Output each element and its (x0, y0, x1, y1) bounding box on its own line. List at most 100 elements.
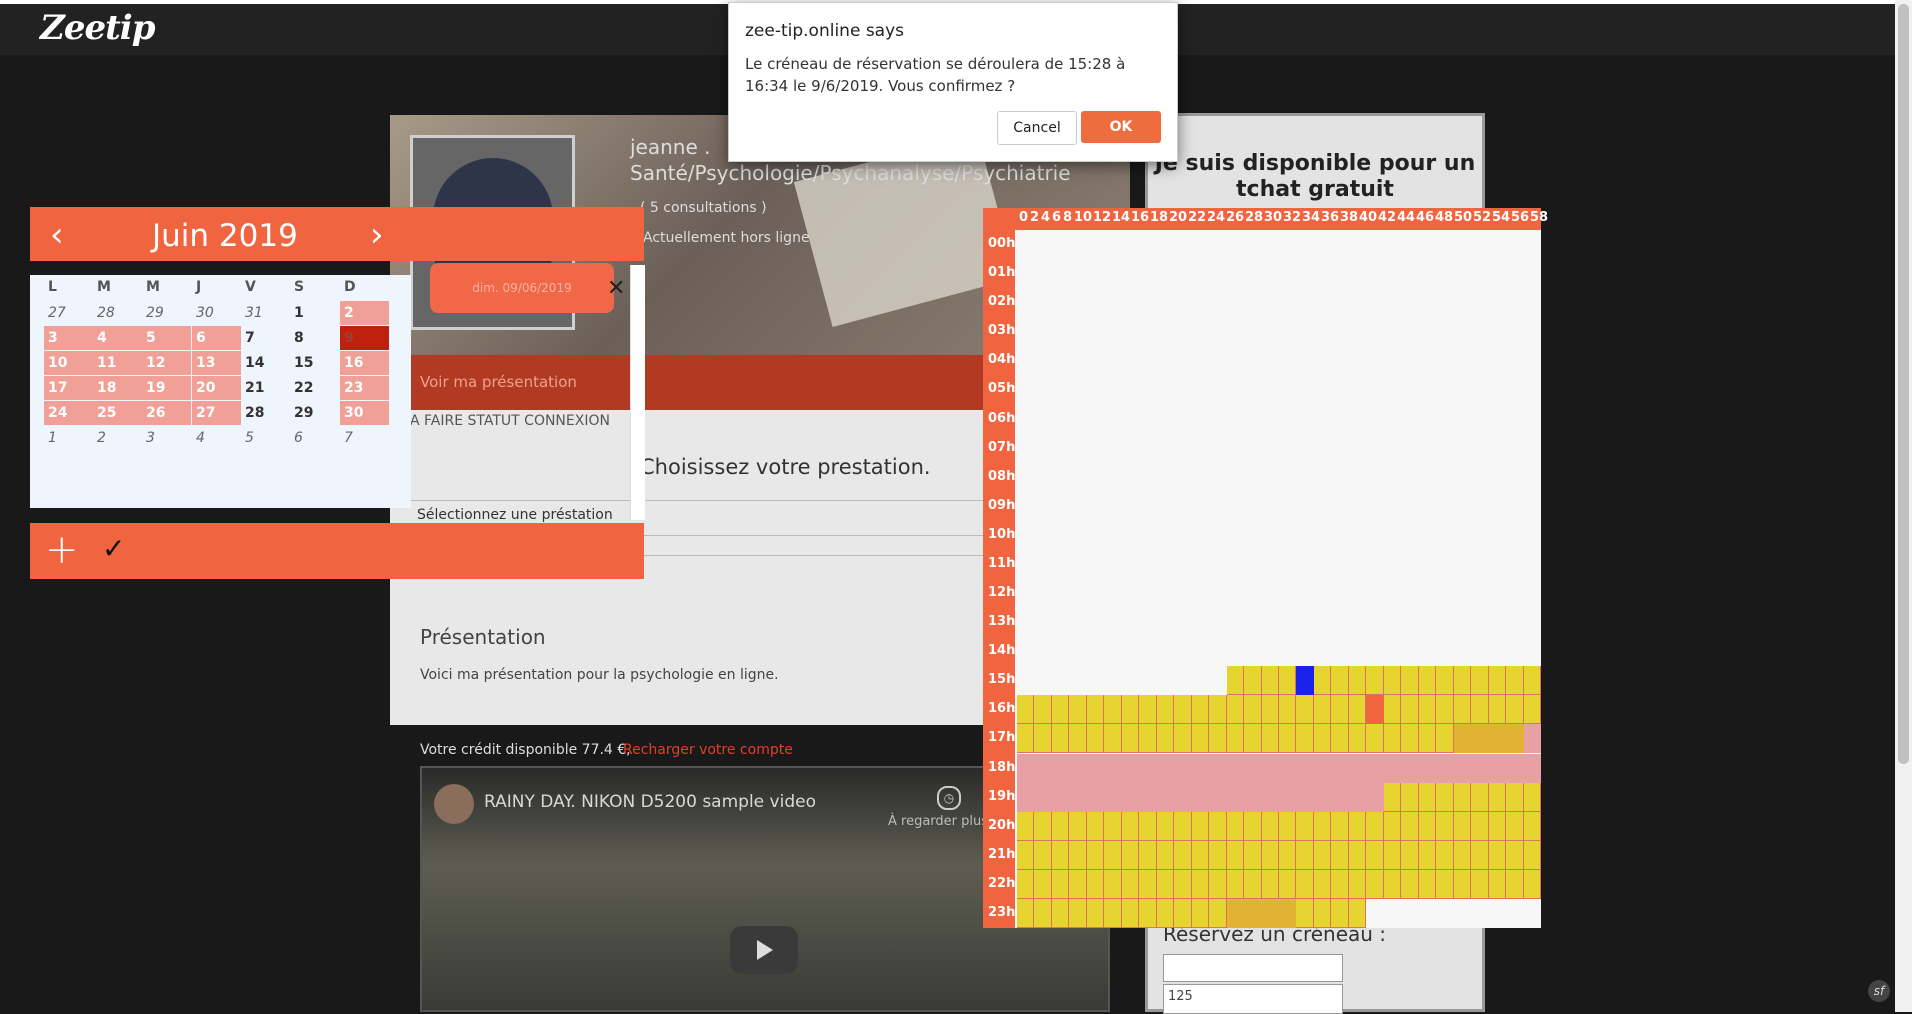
available-slot[interactable] (1191, 840, 1210, 870)
booked-slot[interactable] (1051, 782, 1070, 812)
zeetip-logo[interactable]: Zeetip (40, 8, 155, 48)
available-slot[interactable] (1313, 695, 1332, 725)
available-slot[interactable] (1296, 724, 1314, 754)
calendar-day[interactable]: 31 (241, 301, 290, 325)
calendar-day[interactable]: 27 (192, 401, 241, 425)
available-slot[interactable] (1017, 811, 1035, 841)
available-slot[interactable] (1034, 869, 1052, 899)
available-slot[interactable] (1051, 724, 1070, 754)
close-icon[interactable]: ✕ (607, 276, 625, 301)
booked-slot[interactable] (1296, 782, 1314, 812)
available-slot[interactable] (1121, 724, 1140, 754)
available-slot[interactable] (1331, 869, 1349, 899)
clock-icon[interactable]: ◷ (937, 786, 961, 810)
available-slot[interactable] (1244, 811, 1262, 841)
calendar-day[interactable]: 16 (340, 351, 389, 375)
available-slot[interactable] (1279, 695, 1297, 725)
available-slot[interactable] (1401, 782, 1419, 812)
available-slot[interactable] (1488, 782, 1507, 812)
booked-slot[interactable] (1139, 753, 1157, 783)
available-slot[interactable] (1436, 724, 1454, 754)
available-slot[interactable] (1086, 869, 1105, 899)
available-slot[interactable] (1436, 869, 1454, 899)
available-slot[interactable] (1296, 898, 1314, 928)
calendar-day[interactable]: 4 (192, 426, 241, 450)
available-slot[interactable] (1348, 898, 1367, 928)
available-slot[interactable] (1331, 811, 1349, 841)
duration-input[interactable]: 125 (1163, 984, 1343, 1014)
channel-avatar[interactable] (434, 784, 474, 824)
available-slot[interactable] (1366, 724, 1384, 754)
available-slot[interactable] (1261, 666, 1279, 696)
available-slot[interactable] (1086, 724, 1105, 754)
available-slot[interactable] (1418, 695, 1437, 725)
available-slot[interactable] (1139, 695, 1157, 725)
calendar-day[interactable]: 2 (340, 301, 389, 325)
available-slot[interactable] (1086, 898, 1105, 928)
booked-slot[interactable] (1226, 753, 1245, 783)
available-slot[interactable] (1104, 724, 1122, 754)
available-slot[interactable] (1488, 811, 1507, 841)
chevron-right-icon[interactable]: › (370, 215, 384, 255)
available-slot[interactable] (1121, 840, 1140, 870)
available-slot[interactable] (1523, 695, 1541, 725)
available-slot[interactable] (1348, 811, 1367, 841)
booked-slot[interactable] (1471, 753, 1489, 783)
available-slot[interactable] (1244, 869, 1262, 899)
available-slot[interactable] (1436, 782, 1454, 812)
calendar-day[interactable]: 17 (44, 376, 93, 400)
calendar-day[interactable]: 21 (241, 376, 290, 400)
booked-slot[interactable] (1331, 782, 1349, 812)
available-slot[interactable] (1034, 811, 1052, 841)
booked-slot[interactable] (1244, 782, 1262, 812)
available-slot[interactable] (1034, 724, 1052, 754)
booked-slot[interactable] (1209, 782, 1227, 812)
available-slot[interactable] (1226, 724, 1245, 754)
available-slot[interactable] (1279, 869, 1297, 899)
booked-slot[interactable] (1156, 782, 1175, 812)
available-slot[interactable] (1156, 695, 1175, 725)
available-slot[interactable] (1034, 695, 1052, 725)
available-slot[interactable] (1069, 724, 1087, 754)
calendar-day[interactable]: 11 (93, 351, 142, 375)
available-slot[interactable] (1104, 869, 1122, 899)
available-slot[interactable] (1191, 869, 1210, 899)
calendar-day[interactable]: 25 (93, 401, 142, 425)
available-slot[interactable] (1191, 695, 1210, 725)
available-slot[interactable] (1174, 869, 1192, 899)
available-slot[interactable] (1051, 869, 1070, 899)
check-icon[interactable]: ✓ (102, 532, 125, 565)
available-slot[interactable] (1366, 811, 1384, 841)
available-slot[interactable] (1017, 695, 1035, 725)
available-slot[interactable] (1209, 898, 1227, 928)
available-slot[interactable] (1453, 695, 1472, 725)
available-slot[interactable] (1523, 782, 1541, 812)
booked-slot[interactable] (1506, 753, 1524, 783)
video-title[interactable]: RAINY DAY. NIKON D5200 sample video (484, 792, 816, 812)
available-slot[interactable] (1017, 724, 1035, 754)
available-slot[interactable] (1034, 840, 1052, 870)
booked-slot[interactable] (1366, 753, 1384, 783)
booked-slot[interactable] (1488, 753, 1507, 783)
calendar-day[interactable]: 14 (241, 351, 290, 375)
available-slot[interactable] (1313, 869, 1332, 899)
calendar-day[interactable]: 8 (290, 326, 339, 350)
available-slot[interactable] (1331, 724, 1349, 754)
available-slot[interactable] (1244, 840, 1262, 870)
available-slot[interactable] (1174, 840, 1192, 870)
available-slot[interactable] (1069, 840, 1087, 870)
available-slot[interactable] (1401, 666, 1419, 696)
calendar-day[interactable]: 13 (192, 351, 241, 375)
available-slot[interactable] (1017, 840, 1035, 870)
calendar-day[interactable]: 20 (192, 376, 241, 400)
available-slot[interactable] (1453, 782, 1472, 812)
available-slot[interactable] (1366, 666, 1384, 696)
calendar-day[interactable]: 1 (290, 301, 339, 325)
available-slot[interactable] (1506, 811, 1524, 841)
calendar-day[interactable]: 6 (192, 326, 241, 350)
available-slot[interactable] (1488, 666, 1507, 696)
available-slot[interactable] (1471, 840, 1489, 870)
calendar-day[interactable]: 30 (192, 301, 241, 325)
available-slot[interactable] (1313, 898, 1332, 928)
selection-end-slot[interactable] (1366, 695, 1384, 725)
